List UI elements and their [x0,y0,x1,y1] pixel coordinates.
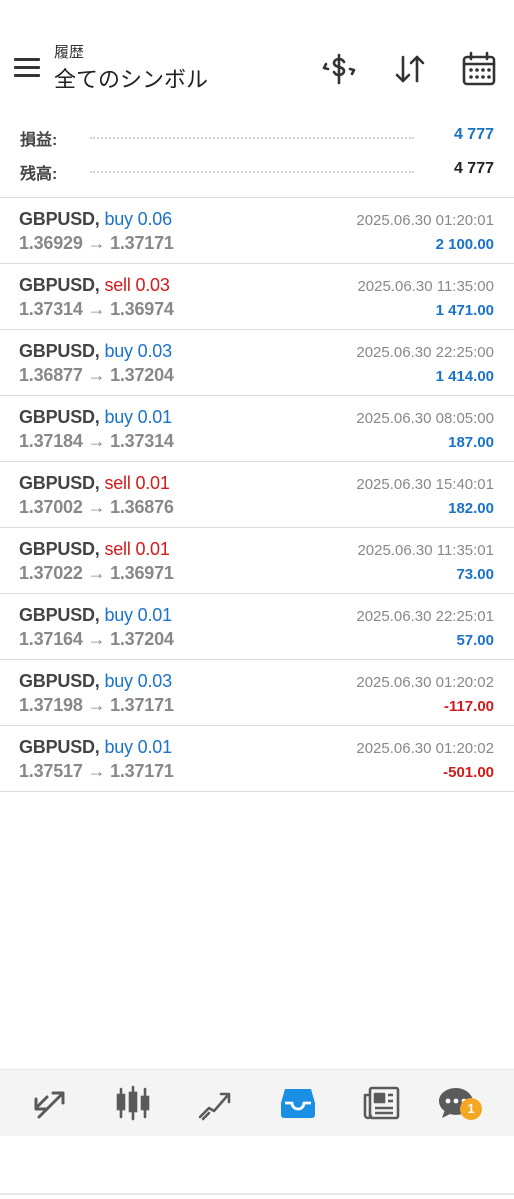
trade-prices: 1.37314 → 1.36974 [19,299,174,319]
profit-value: 4 777 [453,126,494,143]
trade-symbol: GBPUSD, [19,209,100,229]
trade-row[interactable]: GBPUSD, sell 0.01 1.37022 → 1.36971 2025… [0,528,514,594]
currency-exchange-icon[interactable] [320,50,358,88]
trade-profit: 57.00 [456,632,494,649]
trade-side: buy 0.01 [104,605,172,625]
app-header: 履歴 全てのシンボル [0,0,514,112]
trade-prices: 1.36877 → 1.37204 [19,365,174,385]
trade-profit: 2 100.00 [435,236,494,253]
trade-prices: 1.37517 → 1.37171 [19,761,174,781]
title-block[interactable]: 履歴 全てのシンボル [54,44,208,95]
trade-symbol: GBPUSD, [19,275,100,295]
trade-profit: 182.00 [448,500,494,517]
bottom-navigation [0,1069,514,1136]
trade-profit: 1 414.00 [435,368,494,385]
trade-symbol: GBPUSD, [19,341,100,361]
profit-row: 損益: 4 777 [0,120,514,154]
trade-date: 2025.06.30 01:20:02 [356,674,494,691]
summary-panel: 損益: 4 777 残高: 4 777 [0,120,514,188]
menu-icon[interactable] [14,58,40,78]
trade-prices: 1.36929 → 1.37171 [19,233,174,253]
profit-label: 損益: [20,132,58,149]
balance-value: 4 777 [453,160,494,177]
chat-badge: 1 [460,1098,482,1120]
trade-symbol-line: GBPUSD, buy 0.01 [19,737,172,758]
trade-date: 2025.06.30 15:40:01 [356,476,494,493]
trade-side: sell 0.01 [104,473,170,493]
trade-prices: 1.37164 → 1.37204 [19,629,174,649]
trade-profit: -117.00 [443,698,494,715]
dotted-leader [90,137,414,139]
trade-side: buy 0.01 [104,407,172,427]
trade-side: buy 0.01 [104,737,172,757]
balance-label: 残高: [20,166,58,183]
trade-profit: 73.00 [456,566,494,583]
trade-row[interactable]: GBPUSD, buy 0.01 1.37184 → 1.37314 2025.… [0,396,514,462]
trade-symbol: GBPUSD, [19,539,100,559]
trade-symbol: GBPUSD, [19,671,100,691]
trade-symbol-line: GBPUSD, sell 0.03 [19,275,170,296]
trade-symbol-line: GBPUSD, buy 0.06 [19,209,172,230]
trade-prices: 1.37022 → 1.36971 [19,563,174,583]
trade-date: 2025.06.30 08:05:00 [356,410,494,427]
trade-row[interactable]: GBPUSD, buy 0.03 1.36877 → 1.37204 2025.… [0,330,514,396]
trade-prices: 1.37198 → 1.37171 [19,695,174,715]
page-title: 全てのシンボル [54,67,209,92]
chart-icon[interactable] [113,1083,153,1123]
sort-icon[interactable] [391,50,429,88]
trade-history-list: GBPUSD, buy 0.06 1.36929 → 1.37171 2025.… [0,197,514,792]
trade-symbol: GBPUSD, [19,407,100,427]
trade-side: sell 0.03 [104,275,170,295]
system-bar-divider [0,1193,514,1195]
trade-profit: 187.00 [448,434,494,451]
trade-row[interactable]: GBPUSD, sell 0.03 1.37314 → 1.36974 2025… [0,264,514,330]
trade-symbol: GBPUSD, [19,473,100,493]
trade-symbol-line: GBPUSD, sell 0.01 [19,539,170,560]
trade-symbol-line: GBPUSD, buy 0.01 [19,407,172,428]
balance-row: 残高: 4 777 [0,154,514,188]
trade-date: 2025.06.30 22:25:00 [356,344,494,361]
trade-symbol: GBPUSD, [19,605,100,625]
trade-row[interactable]: GBPUSD, buy 0.06 1.36929 → 1.37171 2025.… [0,198,514,264]
trade-date: 2025.06.30 01:20:01 [356,212,494,229]
trade-side: sell 0.01 [104,539,170,559]
quotes-icon[interactable] [31,1083,71,1123]
trade-symbol-line: GBPUSD, sell 0.01 [19,473,170,494]
trade-symbol: GBPUSD, [19,737,100,757]
trade-profit: -501.00 [443,764,494,781]
trade-side: buy 0.03 [104,341,172,361]
trade-profit: 1 471.00 [435,302,494,319]
trade-symbol-line: GBPUSD, buy 0.01 [19,605,172,626]
trade-row[interactable]: GBPUSD, buy 0.01 1.37164 → 1.37204 2025.… [0,594,514,660]
trade-symbol-line: GBPUSD, buy 0.03 [19,671,172,692]
trade-side: buy 0.03 [104,671,172,691]
trade-symbol-line: GBPUSD, buy 0.03 [19,341,172,362]
dotted-leader [90,171,414,173]
history-icon[interactable] [278,1083,318,1123]
trade-row[interactable]: GBPUSD, sell 0.01 1.37002 → 1.36876 2025… [0,462,514,528]
calendar-icon[interactable] [460,50,498,88]
trade-date: 2025.06.30 22:25:01 [356,608,494,625]
trade-row[interactable]: GBPUSD, buy 0.03 1.37198 → 1.37171 2025.… [0,660,514,726]
news-icon[interactable] [361,1083,401,1123]
trade-date: 2025.06.30 01:20:02 [356,740,494,757]
trade-row[interactable]: GBPUSD, buy 0.01 1.37517 → 1.37171 2025.… [0,726,514,792]
page-subtitle: 履歴 [54,44,85,61]
trade-date: 2025.06.30 11:35:00 [357,278,494,295]
trade-side: buy 0.06 [104,209,172,229]
trade-prices: 1.37184 → 1.37314 [19,431,174,451]
trade-prices: 1.37002 → 1.36876 [19,497,174,517]
trade-date: 2025.06.30 11:35:01 [357,542,494,559]
trade-icon[interactable] [195,1083,235,1123]
